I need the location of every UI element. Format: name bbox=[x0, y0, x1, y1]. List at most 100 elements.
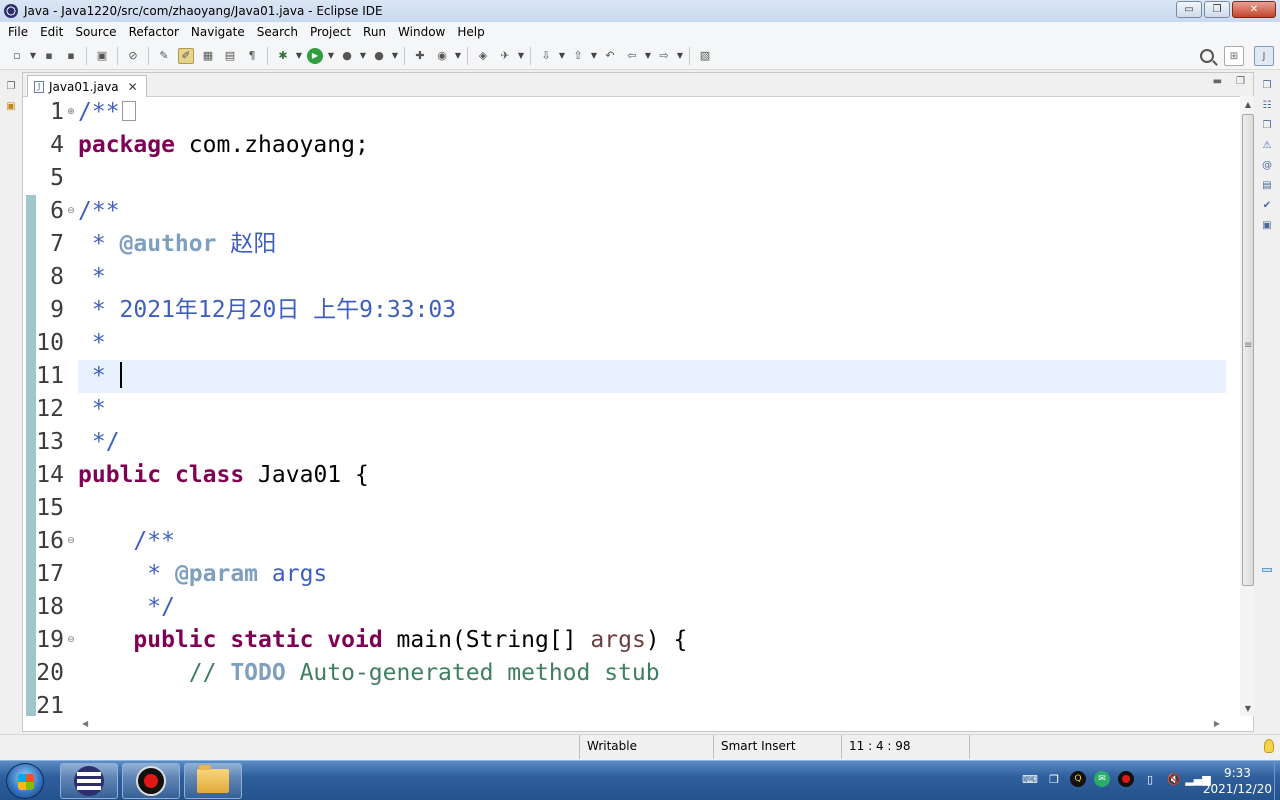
scroll-thumb[interactable] bbox=[1242, 114, 1254, 586]
recorder-tray-icon[interactable] bbox=[1118, 771, 1134, 787]
coverage-dropdown-icon[interactable]: ▼ bbox=[359, 48, 367, 64]
collapsed-comment-icon[interactable] bbox=[121, 100, 136, 121]
toggle-block-selection-icon[interactable]: ▦ bbox=[200, 48, 216, 64]
debug-dropdown-icon[interactable]: ▼ bbox=[295, 48, 303, 64]
toggle-highlight-icon[interactable]: ✐ bbox=[178, 47, 194, 64]
toggle-mark-occurrences-icon[interactable]: ✎ bbox=[156, 48, 172, 64]
lightbulb-icon[interactable] bbox=[1264, 739, 1274, 753]
wechat-icon[interactable]: ✉ bbox=[1094, 771, 1110, 787]
run-dropdown-icon[interactable]: ▼ bbox=[327, 48, 335, 64]
pin-editor-icon[interactable]: ▧ bbox=[697, 48, 713, 64]
problems-icon[interactable]: ⚠ bbox=[1260, 138, 1274, 152]
keyboard-icon[interactable]: ⌨ bbox=[1022, 771, 1038, 787]
menu-search[interactable]: Search bbox=[251, 25, 304, 39]
fold-toggle-icon[interactable]: ⊖ bbox=[66, 195, 76, 228]
back-icon[interactable]: ⇦ bbox=[624, 48, 640, 64]
volume-muted-icon[interactable]: 🔇 bbox=[1166, 771, 1182, 787]
code-line[interactable]: * 2021年12月20日 上午9:33:03 bbox=[78, 294, 1226, 327]
search-tool-icon[interactable]: ✈ bbox=[497, 48, 513, 64]
tab-java01[interactable]: J Java01.java ✕ bbox=[27, 75, 147, 97]
horizontal-scrollbar[interactable]: ◀ ▶ bbox=[78, 716, 1224, 730]
new-class-dropdown-icon[interactable]: ▼ bbox=[454, 48, 462, 64]
scroll-right-icon[interactable]: ▶ bbox=[1214, 719, 1220, 728]
code-line[interactable] bbox=[78, 492, 1226, 525]
previous-annotation-icon[interactable]: ⇧ bbox=[570, 48, 586, 64]
outline-icon[interactable]: ☷ bbox=[1260, 98, 1274, 112]
qq-icon[interactable]: Q bbox=[1070, 771, 1086, 787]
save-icon[interactable]: ▪ bbox=[41, 48, 57, 64]
code-line[interactable] bbox=[78, 162, 1226, 195]
tasks-icon[interactable]: ✔ bbox=[1260, 198, 1274, 212]
menu-edit[interactable]: Edit bbox=[34, 25, 69, 39]
terminal-icon[interactable]: ▣ bbox=[94, 48, 110, 64]
code-line[interactable]: * bbox=[78, 261, 1226, 294]
maximize-editor-icon[interactable]: ❐ bbox=[1236, 76, 1245, 87]
search-dropdown-icon[interactable]: ▼ bbox=[517, 48, 525, 64]
open-perspective-icon[interactable]: ⊞ bbox=[1224, 46, 1244, 66]
code-line[interactable]: package com.zhaoyang; bbox=[78, 129, 1226, 162]
new-dropdown-icon[interactable]: ▼ bbox=[29, 48, 37, 64]
start-button[interactable] bbox=[6, 763, 44, 799]
usb-icon[interactable]: ▯ bbox=[1142, 771, 1158, 787]
code-line[interactable]: * bbox=[78, 393, 1226, 426]
menu-run[interactable]: Run bbox=[357, 25, 392, 39]
restore-view-icon[interactable]: ❐ bbox=[5, 80, 17, 92]
coverage-icon[interactable]: ● bbox=[339, 48, 355, 64]
code-line[interactable]: public static void main(String[] args) { bbox=[78, 624, 1226, 657]
close-button[interactable]: ✕ bbox=[1232, 1, 1276, 18]
new-icon[interactable]: ▫ bbox=[9, 48, 25, 64]
open-type-icon[interactable]: ◈ bbox=[475, 48, 491, 64]
code-line[interactable]: */ bbox=[78, 591, 1226, 624]
external-tools-icon[interactable]: ● bbox=[371, 48, 387, 64]
back-dropdown-icon[interactable]: ▼ bbox=[644, 48, 652, 64]
javadoc-icon[interactable]: @ bbox=[1260, 158, 1274, 172]
minimize-button[interactable]: ▭ bbox=[1176, 1, 1202, 18]
java-perspective-icon[interactable]: J bbox=[1254, 46, 1274, 66]
code-line[interactable]: public class Java01 { bbox=[78, 459, 1226, 492]
code-line[interactable]: * bbox=[78, 327, 1226, 360]
menu-file[interactable]: File bbox=[2, 25, 34, 39]
skip-breakpoints-icon[interactable]: ⊘ bbox=[125, 48, 141, 64]
forward-icon[interactable]: ⇨ bbox=[656, 48, 672, 64]
console-icon[interactable]: ▣ bbox=[1260, 218, 1274, 232]
show-whitespace-icon[interactable]: ▤ bbox=[222, 48, 238, 64]
overview-marker[interactable] bbox=[1262, 568, 1272, 572]
search-icon[interactable] bbox=[1200, 49, 1214, 63]
menu-navigate[interactable]: Navigate bbox=[185, 25, 251, 39]
fold-toggle-icon[interactable]: ⊖ bbox=[66, 525, 76, 558]
package-explorer-icon[interactable]: ▣ bbox=[5, 100, 17, 112]
input-method-icon[interactable]: ❐ bbox=[1046, 771, 1062, 787]
restore-view-right-2-icon[interactable]: ❐ bbox=[1260, 118, 1274, 132]
code-line[interactable]: * @author 赵阳 bbox=[78, 228, 1226, 261]
code-line[interactable]: // TODO Auto-generated method stub bbox=[78, 657, 1226, 690]
taskbar-recorder[interactable] bbox=[122, 763, 180, 799]
restore-button[interactable]: ❐ bbox=[1204, 1, 1230, 18]
code-line[interactable]: */ bbox=[78, 426, 1226, 459]
fold-toggle-icon[interactable]: ⊖ bbox=[66, 624, 76, 657]
minimize-editor-icon[interactable]: ▬ bbox=[1213, 76, 1222, 87]
new-java-package-icon[interactable]: ✚ bbox=[412, 48, 428, 64]
taskbar-clock[interactable]: 9:33 2021/12/20 bbox=[1203, 765, 1272, 797]
save-all-icon[interactable]: ▪ bbox=[63, 48, 79, 64]
taskbar-eclipse[interactable] bbox=[60, 763, 118, 799]
fold-toggle-icon[interactable]: ⊕ bbox=[66, 96, 76, 129]
new-java-class-icon[interactable]: ◉ bbox=[434, 48, 450, 64]
external-tools-dropdown-icon[interactable]: ▼ bbox=[391, 48, 399, 64]
declaration-icon[interactable]: ▤ bbox=[1260, 178, 1274, 192]
next-annotation-dropdown-icon[interactable]: ▼ bbox=[558, 48, 566, 64]
code-line[interactable]: /** bbox=[78, 96, 1226, 129]
code-line[interactable]: /** bbox=[78, 525, 1226, 558]
pilcrow-icon[interactable]: ¶ bbox=[244, 48, 260, 64]
run-icon[interactable]: ▶ bbox=[307, 47, 323, 64]
current-code-line[interactable]: * bbox=[78, 360, 1226, 393]
menu-window[interactable]: Window bbox=[392, 25, 451, 39]
code-line[interactable]: /** bbox=[78, 195, 1226, 228]
forward-dropdown-icon[interactable]: ▼ bbox=[676, 48, 684, 64]
debug-icon[interactable]: ✱ bbox=[275, 48, 291, 64]
restore-view-right-icon[interactable]: ❐ bbox=[1260, 78, 1274, 92]
close-tab-icon[interactable]: ✕ bbox=[128, 80, 138, 94]
menu-refactor[interactable]: Refactor bbox=[123, 25, 185, 39]
taskbar-explorer[interactable] bbox=[184, 763, 242, 799]
menu-project[interactable]: Project bbox=[304, 25, 357, 39]
last-edit-location-icon[interactable]: ↶ bbox=[602, 48, 618, 64]
